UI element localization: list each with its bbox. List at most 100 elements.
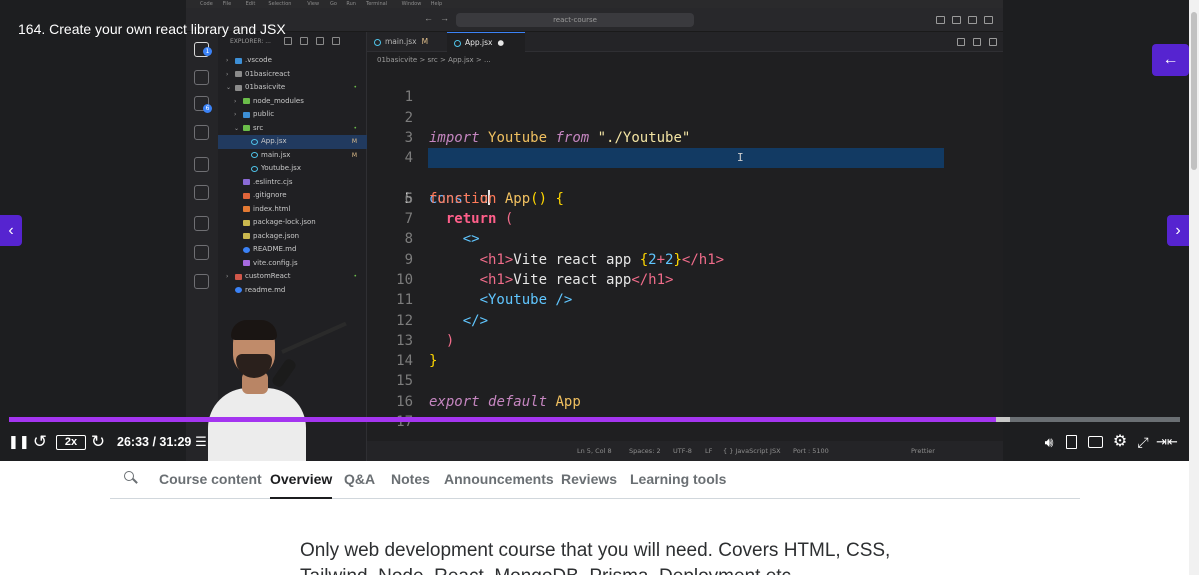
rewind-icon[interactable]: ↺ (30, 429, 50, 455)
tree-item: › customReact • (218, 270, 367, 284)
react-icon (251, 165, 258, 172)
git-icon (243, 192, 250, 199)
tree-item: README.md (218, 243, 367, 257)
account-icon (194, 245, 209, 260)
tab-notes[interactable]: Notes (391, 461, 430, 499)
instructor-hair (231, 320, 277, 340)
code-line: 17 (367, 392, 1003, 430)
page-scrollbar-thumb[interactable] (1191, 12, 1197, 170)
pause-icon[interactable]: ❚❚ (8, 429, 30, 455)
react-icon (251, 152, 258, 158)
search-icon[interactable] (124, 471, 138, 485)
progress-played[interactable] (9, 417, 996, 422)
tree-item: › 01basicreact (218, 68, 367, 82)
tab-qa[interactable]: Q&A (344, 461, 375, 499)
folder-icon (235, 84, 242, 91)
tab-course-content[interactable]: Course content (159, 461, 262, 499)
arrow-left-icon: ← (1162, 51, 1179, 68)
code-line: 10 <h1>Vite react app</h1> (367, 250, 1003, 288)
explorer-badge: 1 (203, 47, 212, 56)
expand-icon[interactable]: ⇥⇤ (1156, 429, 1178, 455)
transcript-icon[interactable] (1063, 429, 1081, 455)
tree-item-label: package.json (253, 231, 300, 240)
remote-icon (194, 185, 209, 200)
customize-layout-icon (984, 16, 993, 24)
collapse-icon (332, 37, 340, 45)
run-debug-icon (194, 125, 209, 140)
tree-item: ⌄ 01basicvite • (218, 81, 367, 95)
code-line: 4 (367, 128, 1003, 166)
chevron-icon: › (226, 70, 229, 78)
folder-red-icon (235, 273, 242, 280)
info-icon (235, 287, 242, 293)
source-control-badge: 6 (203, 104, 212, 113)
tree-item-label: src (253, 123, 264, 132)
tree-item: Youtube.jsx (218, 162, 367, 176)
tree-item-label: public (253, 110, 275, 118)
tab-learning-tools[interactable]: Learning tools (630, 461, 726, 499)
vscode-titlebar: ← → react-course (186, 8, 1003, 32)
mac-menu-item: Go (330, 1, 337, 7)
tree-item-label: node_modules (253, 96, 304, 105)
react-icon (374, 39, 381, 46)
mac-menu-item: Run (346, 1, 356, 7)
mac-menu-item: File (222, 1, 232, 7)
volume-icon[interactable]: 🔊︎ (1039, 429, 1059, 455)
code-line: 16 export default App (367, 372, 1003, 410)
forward-icon[interactable]: ↻ (88, 429, 108, 455)
tab-overview[interactable]: Overview (270, 461, 333, 499)
tab-reviews[interactable]: Reviews (561, 461, 617, 499)
previous-lecture-button[interactable]: ‹ (0, 215, 22, 246)
captions-icon[interactable] (1086, 429, 1106, 455)
tab-dirty-mark: ● (497, 38, 505, 47)
tab-label: App.jsx (465, 38, 493, 47)
html-icon (243, 206, 250, 212)
playback-speed-button[interactable]: 2x (56, 435, 86, 450)
react-icon (454, 40, 461, 47)
tree-item-label: customReact (245, 272, 291, 280)
react-icon (251, 138, 258, 145)
layout-secondary-icon (968, 16, 977, 24)
code-line: 12 </> (367, 290, 1003, 329)
info-icon (243, 246, 250, 253)
code-area: 1 2 3 import Youtube from "./Youtube" 4 5… (367, 67, 1003, 430)
explorer-title: EXPLORER: ... (230, 38, 271, 45)
new-file-icon (284, 37, 292, 45)
git-status: • (353, 273, 357, 280)
tree-item-label: Youtube.jsx (261, 164, 301, 172)
tree-item-label: package-lock.json (253, 218, 316, 226)
mac-menu-item: Window (401, 1, 422, 7)
next-lecture-button[interactable]: › (1167, 215, 1189, 246)
video-player[interactable]: 164. Create your own react library and J… (0, 0, 1199, 461)
lecture-title: 164. Create your own react library and J… (18, 21, 286, 37)
folder-blue-icon (243, 111, 250, 118)
fullscreen-icon[interactable]: ⤢ (1133, 429, 1153, 455)
code-line: 9 <h1>Vite react app {2+2}</h1> (367, 229, 1003, 268)
mac-menu-bar: Code File Edit Selection View Go Run Terminal Wi… (186, 0, 1003, 8)
eslint-icon (243, 179, 250, 185)
settings-gear-icon[interactable]: ⚙ (1110, 429, 1130, 455)
tab-announcements[interactable]: Announcements (444, 461, 554, 499)
tree-item: › node_modules (218, 95, 367, 109)
tree-item: ⌄ src • (218, 122, 367, 136)
tree-item-label: vite.config.js (253, 258, 298, 267)
code-line: 1 (367, 67, 1003, 105)
tree-item: package.json (218, 230, 367, 244)
code-line: 7 return ( (367, 189, 1003, 227)
add-note-icon[interactable]: ☰ (191, 429, 211, 455)
time-display: 26:33 / 31:29 (117, 435, 192, 449)
exit-fullscreen-button[interactable]: ← (1152, 44, 1189, 76)
line-highlight (428, 148, 944, 169)
tree-item-label: index.html (253, 204, 291, 213)
open-changes-icon (973, 38, 981, 46)
code-editor: main.jsx M App.jsx ● 01basicvite > src > A… (367, 32, 1003, 461)
course-description: Only web development course that you wil… (300, 540, 891, 575)
extensions-icon (194, 157, 209, 172)
breadcrumb: 01basicvite > src > App.jsx > ... (377, 56, 491, 64)
json-icon (243, 233, 250, 239)
tree-item-label: App.jsx (261, 137, 287, 145)
mac-menu-item: Edit (245, 1, 256, 7)
chevron-icon: › (234, 97, 237, 105)
folder-green-icon (243, 125, 250, 131)
tree-item: main.jsx M (218, 149, 367, 163)
